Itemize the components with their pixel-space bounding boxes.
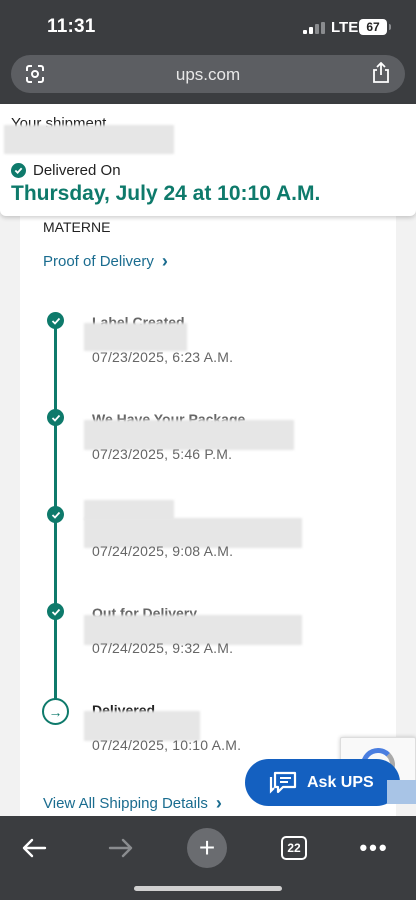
chat-icon: [269, 771, 297, 794]
tab-switcher-button[interactable]: 22: [270, 824, 318, 872]
ask-ups-label: Ask UPS: [307, 773, 374, 791]
chevron-right-icon: ›: [161, 251, 168, 271]
forward-arrow-icon: [108, 838, 133, 858]
check-icon: [47, 409, 64, 426]
timeline-step-time: 07/24/2025, 9:08 A.M.: [92, 543, 234, 559]
chevron-right-icon: ›: [215, 793, 222, 813]
status-time: 11:31: [47, 16, 96, 37]
check-icon: [47, 506, 64, 523]
check-icon: [11, 162, 26, 178]
browser-toolbar: + 22 •••: [0, 816, 416, 900]
signal-icon: [303, 22, 325, 34]
back-button[interactable]: [10, 824, 58, 872]
timeline-step-time: 07/23/2025, 5:46 P.M.: [92, 446, 233, 462]
arrow-circle-icon: →: [42, 698, 69, 725]
delivery-date: Thursday, July 24 at 10:10 A.M.: [11, 182, 321, 205]
view-all-label: View All Shipping Details: [43, 795, 208, 812]
battery-icon: 67: [359, 19, 391, 35]
ask-ups-button[interactable]: Ask UPS: [245, 759, 400, 806]
timeline-step-time: 07/24/2025, 9:32 A.M.: [92, 640, 234, 656]
redacted-tracking-number: [4, 125, 174, 154]
delivered-on-row: Delivered On: [11, 161, 121, 179]
proof-of-delivery-link[interactable]: Proof of Delivery ›: [43, 251, 168, 272]
status-bar: 11:31 LTE 67: [0, 0, 416, 52]
timeline-step-time: 07/23/2025, 6:23 A.M.: [92, 349, 234, 365]
proof-of-delivery-label: Proof of Delivery: [43, 253, 154, 270]
redacted-block: [84, 500, 174, 520]
share-icon[interactable]: [371, 62, 391, 84]
check-icon: [47, 603, 64, 620]
check-icon: [47, 312, 64, 329]
recipient-name: MATERNE: [43, 219, 111, 235]
chat-badge: [387, 780, 416, 804]
more-icon[interactable]: •••: [350, 824, 398, 872]
forward-button[interactable]: [97, 824, 145, 872]
delivery-summary-header: Your shipment Delivered On Thursday, Jul…: [0, 104, 416, 216]
network-type: LTE: [331, 19, 359, 36]
timeline-step-time: 07/24/2025, 10:10 A.M.: [92, 737, 242, 753]
new-tab-button[interactable]: +: [183, 824, 231, 872]
redacted-block: [84, 323, 187, 351]
address-bar[interactable]: ups.com: [11, 55, 405, 93]
tabs-icon: 22: [281, 836, 307, 860]
plus-icon: +: [187, 828, 227, 868]
view-all-shipping-details-link[interactable]: View All Shipping Details ›: [43, 793, 222, 814]
home-indicator[interactable]: [134, 886, 282, 891]
url-text[interactable]: ups.com: [11, 65, 405, 85]
delivered-on-label: Delivered On: [33, 161, 121, 179]
back-arrow-icon: [22, 838, 47, 858]
